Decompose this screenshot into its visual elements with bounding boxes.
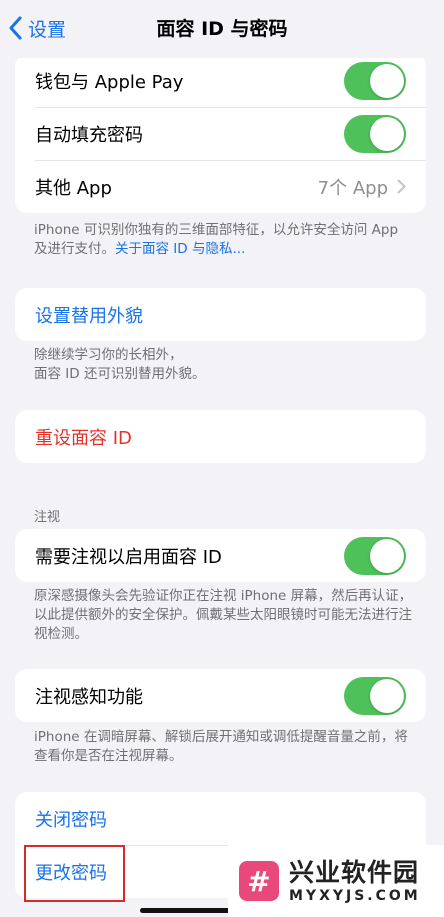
row-other-apps[interactable]: 其他 App 7个 App [15, 160, 426, 213]
footer-line: 除继续学习你的长相外， [34, 347, 183, 363]
watermark-logo: # [239, 861, 279, 901]
watermark: # 兴业软件园 MYXYJS.COM [228, 845, 444, 917]
row-autofill-passwords[interactable]: 自动填充密码 [15, 107, 426, 160]
chevron-right-icon [397, 179, 406, 194]
toggle-knob [370, 678, 404, 713]
toggle-attention-aware[interactable] [344, 676, 406, 715]
row-label: 需要注视以启用面容 ID [35, 546, 222, 568]
require-attention-footer: 原深感摄像头会先验证你正在注视 iPhone 屏幕，然后再认证，以此提供额外的安… [34, 588, 413, 642]
watermark-text: 兴业软件园 MYXYJS.COM [289, 858, 421, 904]
require-attention-card: 需要注视以启用面容 ID [15, 529, 426, 582]
row-label: 重设面容 ID [35, 427, 132, 449]
row-attention-aware[interactable]: 注视感知功能 [15, 669, 426, 722]
turn-off-passcode-button[interactable]: 关闭密码 [15, 792, 426, 845]
page-title: 面容 ID 与密码 [156, 18, 288, 40]
navigation-bar: 设置 面容 ID 与密码 [0, 0, 444, 58]
row-label: 钱包与 Apple Pay [35, 71, 184, 93]
attention-aware-card: 注视感知功能 [15, 669, 426, 722]
apps-footer: iPhone 可识别你独有的三维面部特征，以允许安全访问 App 及进行支付。关… [34, 221, 414, 259]
other-apps-count: 7个 App [317, 177, 388, 199]
reset-face-id-button[interactable]: 重设面容 ID [15, 410, 426, 463]
reset-card: 重设面容 ID [15, 410, 426, 463]
attention-aware-footer: iPhone 在调暗屏幕、解锁后展开通知或调低提醒音量之前，将查看你是否在注视屏… [34, 729, 408, 764]
face-id-privacy-link[interactable]: 关于面容 ID 与隐私... [115, 241, 245, 257]
set-up-alternate-appearance-button[interactable]: 设置替用外貌 [15, 288, 426, 341]
row-label: 设置替用外貌 [35, 305, 143, 327]
row-label: 关闭密码 [35, 809, 107, 831]
alternate-appearance-card: 设置替用外貌 [15, 288, 426, 341]
watermark-name: 兴业软件园 [289, 858, 420, 887]
apps-card: 钱包与 Apple Pay 自动填充密码 其他 App 7个 App [15, 54, 426, 213]
row-label: 其他 App [35, 177, 112, 199]
row-require-attention[interactable]: 需要注视以启用面容 ID [15, 529, 426, 582]
toggle-knob [370, 538, 404, 573]
toggle-wallet-apple-pay[interactable] [344, 61, 406, 100]
toggle-autofill-passwords[interactable] [344, 114, 406, 153]
row-label: 更改密码 [35, 862, 107, 884]
row-label: 注视感知功能 [35, 686, 143, 708]
watermark-url: MYXYJS.COM [289, 888, 421, 904]
other-apps-value: 7个 App [318, 174, 406, 200]
toggle-knob [370, 116, 404, 151]
toggle-require-attention[interactable] [344, 536, 406, 575]
attention-section-header: 注视 [34, 510, 61, 525]
toggle-knob [370, 63, 404, 98]
footer-line: 面容 ID 还可识别替用外貌。 [34, 366, 206, 382]
alternate-appearance-footer: 除继续学习你的长相外， 面容 ID 还可识别替用外貌。 [34, 346, 414, 384]
row-label: 自动填充密码 [35, 124, 143, 146]
row-wallet-apple-pay[interactable]: 钱包与 Apple Pay [15, 54, 426, 107]
